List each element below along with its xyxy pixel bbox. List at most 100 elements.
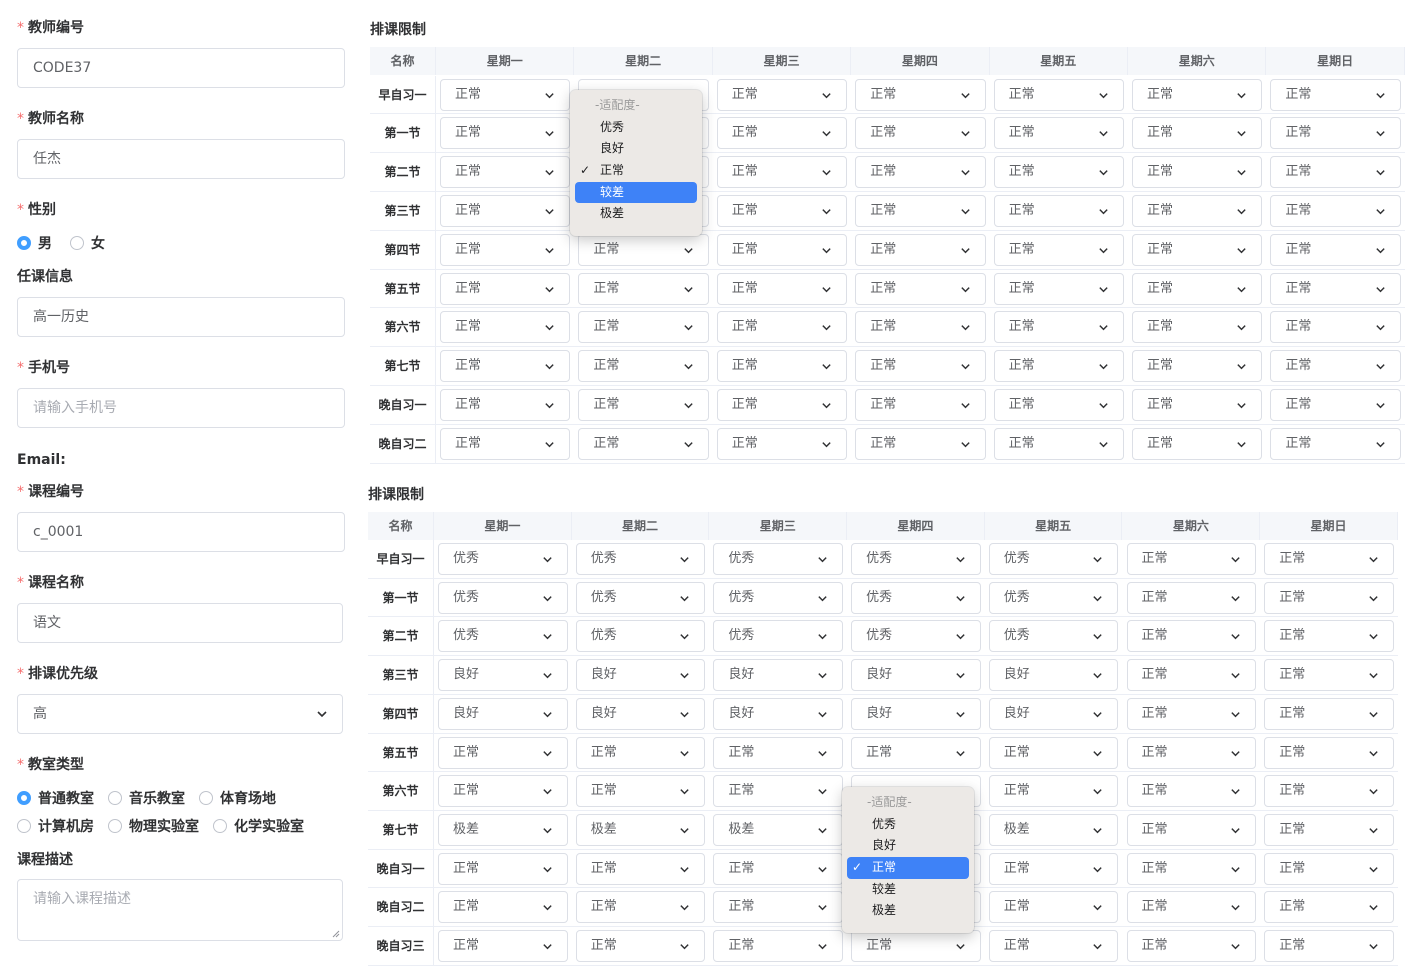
- fitness-select[interactable]: 良好: [575, 697, 706, 730]
- fitness-select[interactable]: 正常: [855, 311, 986, 344]
- fitness-select[interactable]: 极差: [438, 813, 568, 846]
- fitness-select[interactable]: 正常: [578, 272, 709, 305]
- fitness-select[interactable]: 优秀: [988, 581, 1119, 614]
- fitness-select[interactable]: 正常: [1264, 852, 1394, 885]
- gender-radio-male[interactable]: 男: [17, 233, 52, 253]
- course-desc-textarea[interactable]: 请输入课程描述: [17, 879, 343, 941]
- fitness-select[interactable]: 正常: [1126, 659, 1257, 692]
- fitness-select[interactable]: 优秀: [851, 581, 981, 614]
- fitness-select[interactable]: 优秀: [575, 543, 706, 575]
- fitness-select[interactable]: 优秀: [713, 543, 844, 575]
- fitness-select[interactable]: 正常: [575, 930, 706, 962]
- fitness-select[interactable]: 正常: [1126, 930, 1257, 962]
- fitness-select[interactable]: 正常: [1270, 156, 1401, 189]
- fitness-select[interactable]: 极差: [713, 813, 844, 846]
- fitness-select[interactable]: 优秀: [851, 543, 981, 575]
- fitness-select[interactable]: 正常: [713, 775, 844, 808]
- fitness-select[interactable]: 正常: [1126, 697, 1257, 730]
- fitness-select[interactable]: 正常: [993, 156, 1124, 189]
- teacher-name-input[interactable]: 任杰: [17, 139, 345, 179]
- fitness-select[interactable]: 正常: [440, 350, 571, 383]
- fitness-select[interactable]: 正常: [716, 427, 848, 460]
- dropdown-option[interactable]: ✓ 正常: [575, 160, 697, 182]
- fitness-select[interactable]: 正常: [440, 388, 571, 421]
- fitness-select[interactable]: 正常: [855, 272, 986, 305]
- fitness-select[interactable]: 正常: [855, 78, 986, 111]
- fitness-select[interactable]: 正常: [713, 891, 844, 924]
- fitness-select[interactable]: 正常: [440, 156, 571, 189]
- fitness-select[interactable]: 正常: [575, 891, 706, 924]
- fitness-select[interactable]: 正常: [1126, 813, 1257, 846]
- course-name-input[interactable]: 语文: [17, 603, 343, 643]
- fitness-select[interactable]: 正常: [1132, 272, 1263, 305]
- fitness-select[interactable]: 正常: [1264, 930, 1394, 962]
- fitness-select[interactable]: 正常: [716, 78, 848, 111]
- fitness-select[interactable]: 正常: [1132, 427, 1263, 460]
- fitness-select[interactable]: 正常: [578, 388, 709, 421]
- fitness-select[interactable]: 正常: [993, 194, 1124, 227]
- fitness-select[interactable]: 正常: [1126, 891, 1257, 924]
- fitness-select[interactable]: 正常: [993, 388, 1124, 421]
- fitness-select[interactable]: 正常: [993, 78, 1124, 111]
- fitness-select[interactable]: 正常: [855, 117, 986, 150]
- room-radio-sports[interactable]: 体育场地: [199, 788, 276, 808]
- fitness-select[interactable]: 正常: [716, 311, 848, 344]
- fitness-select[interactable]: 正常: [716, 272, 848, 305]
- fitness-select[interactable]: 正常: [1270, 194, 1401, 227]
- fitness-select[interactable]: 正常: [855, 233, 986, 266]
- fitness-select[interactable]: 正常: [1270, 350, 1401, 383]
- fitness-select[interactable]: 正常: [988, 736, 1119, 769]
- fitness-select[interactable]: 正常: [993, 427, 1124, 460]
- fitness-select[interactable]: 正常: [855, 388, 986, 421]
- fitness-select[interactable]: 正常: [1126, 581, 1257, 614]
- dropdown-option[interactable]: 极差: [575, 203, 697, 225]
- fitness-select[interactable]: 正常: [440, 233, 571, 266]
- fitness-select[interactable]: 正常: [716, 388, 848, 421]
- fitness-select[interactable]: 正常: [578, 350, 709, 383]
- fitness-select[interactable]: 正常: [1126, 543, 1257, 575]
- fitness-select[interactable]: 优秀: [988, 620, 1119, 653]
- fitness-select[interactable]: 正常: [855, 350, 986, 383]
- fitness-select[interactable]: 正常: [1132, 117, 1263, 150]
- fitness-select[interactable]: 正常: [1264, 813, 1394, 846]
- fitness-select[interactable]: 正常: [716, 156, 848, 189]
- fitness-select[interactable]: 正常: [1264, 659, 1394, 692]
- fitness-select[interactable]: 正常: [440, 194, 571, 227]
- fitness-select[interactable]: 良好: [575, 659, 706, 692]
- fitness-select[interactable]: 正常: [988, 852, 1119, 885]
- fitness-select[interactable]: 正常: [1264, 581, 1394, 614]
- fitness-select[interactable]: 正常: [440, 272, 571, 305]
- dropdown-option[interactable]: 较差: [575, 181, 697, 204]
- fitness-select[interactable]: 正常: [988, 775, 1119, 808]
- fitness-select[interactable]: 正常: [713, 736, 844, 769]
- fitness-select[interactable]: 正常: [1132, 233, 1263, 266]
- fitness-select[interactable]: 正常: [440, 117, 571, 150]
- priority-select[interactable]: 高: [17, 694, 343, 734]
- fitness-select[interactable]: 正常: [1132, 311, 1263, 344]
- fitness-select[interactable]: 正常: [851, 736, 981, 769]
- fitness-select[interactable]: 正常: [993, 117, 1124, 150]
- room-radio-music[interactable]: 音乐教室: [108, 788, 185, 808]
- fitness-select[interactable]: 正常: [438, 852, 568, 885]
- fitness-select[interactable]: 正常: [713, 852, 844, 885]
- fitness-select[interactable]: 良好: [988, 697, 1119, 730]
- fitness-select[interactable]: 正常: [1126, 852, 1257, 885]
- fitness-select[interactable]: 正常: [1126, 620, 1257, 653]
- fitness-select[interactable]: 良好: [713, 659, 844, 692]
- fitness-select[interactable]: 正常: [1270, 388, 1401, 421]
- fitness-select[interactable]: 正常: [578, 233, 709, 266]
- room-radio-physics[interactable]: 物理实验室: [108, 816, 199, 836]
- fitness-select[interactable]: 良好: [438, 697, 568, 730]
- fitness-select[interactable]: 正常: [578, 311, 709, 344]
- fitness-select[interactable]: 正常: [438, 736, 568, 769]
- dropdown-option[interactable]: 良好: [575, 138, 697, 160]
- fitness-select[interactable]: 正常: [993, 311, 1124, 344]
- fitness-select[interactable]: 优秀: [438, 543, 568, 575]
- fitness-select[interactable]: 极差: [575, 813, 706, 846]
- dropdown-option[interactable]: 良好: [847, 835, 969, 857]
- fitness-select[interactable]: 正常: [716, 233, 848, 266]
- fitness-select[interactable]: 正常: [993, 272, 1124, 305]
- fitness-select[interactable]: 正常: [851, 930, 981, 962]
- fitness-select[interactable]: 良好: [713, 697, 844, 730]
- fitness-select[interactable]: 优秀: [851, 620, 981, 653]
